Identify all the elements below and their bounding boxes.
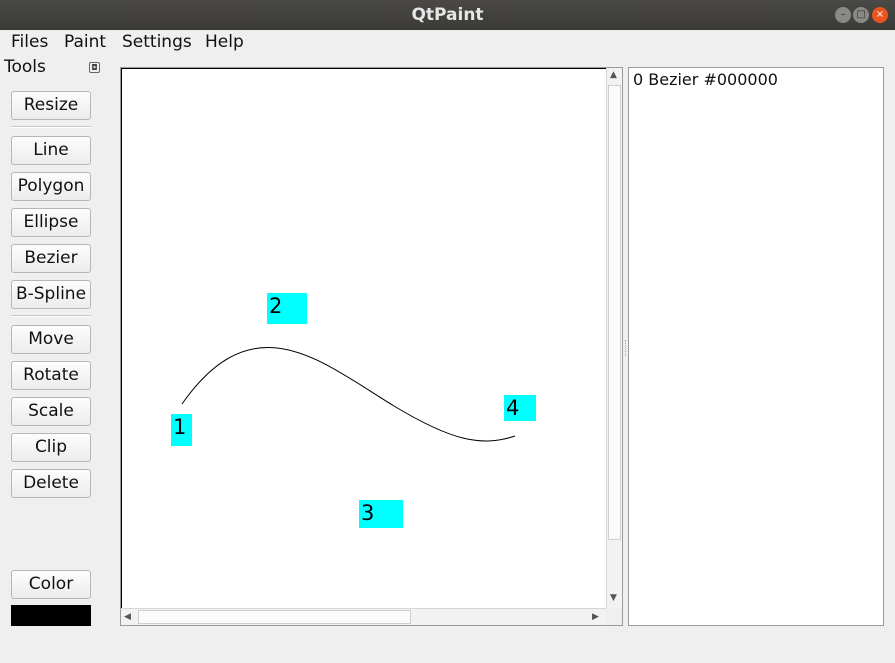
title-bar[interactable]: QtPaint – □ ×	[0, 0, 895, 30]
control-point-1[interactable]: 1	[171, 414, 192, 446]
resize-button[interactable]: Resize	[11, 91, 91, 120]
polygon-button[interactable]: Polygon	[11, 172, 91, 201]
scroll-left-arrow-icon[interactable]: ◀	[124, 612, 131, 622]
tools-separator	[11, 315, 91, 317]
canvas-scroll-area: 1 2 3 4 ▲ ▼ ◀ ▶	[120, 67, 623, 626]
vertical-scroll-thumb[interactable]	[608, 85, 621, 540]
bezier-button[interactable]: Bezier	[11, 244, 91, 273]
menu-bar: Files Paint Settings Help	[0, 30, 895, 55]
delete-button[interactable]: Delete	[11, 469, 91, 498]
drawing-canvas[interactable]: 1 2 3 4	[121, 68, 606, 608]
tools-dock-title: Tools	[4, 57, 46, 77]
scroll-right-arrow-icon[interactable]: ▶	[592, 612, 599, 622]
control-point-4[interactable]: 4	[504, 395, 536, 421]
float-window-icon[interactable]: ◘	[89, 62, 100, 73]
bezier-curve	[181, 347, 516, 442]
menu-help[interactable]: Help	[205, 32, 244, 52]
minimize-button[interactable]: –	[835, 7, 851, 23]
menu-files[interactable]: Files	[11, 32, 48, 52]
maximize-button[interactable]: □	[853, 7, 869, 23]
menu-paint[interactable]: Paint	[64, 32, 106, 52]
scale-button[interactable]: Scale	[11, 397, 91, 426]
shapes-list[interactable]: 0 Bezier #000000	[628, 67, 884, 626]
clip-button[interactable]: Clip	[11, 433, 91, 462]
list-item[interactable]: 0 Bezier #000000	[633, 70, 778, 89]
tools-separator	[11, 126, 91, 128]
line-button[interactable]: Line	[11, 136, 91, 165]
rotate-button[interactable]: Rotate	[11, 361, 91, 390]
control-point-2[interactable]: 2	[267, 293, 307, 324]
control-point-3[interactable]: 3	[359, 500, 403, 528]
horizontal-scroll-thumb[interactable]	[138, 610, 411, 624]
horizontal-scrollbar[interactable]: ◀ ▶	[121, 608, 606, 625]
scroll-down-arrow-icon[interactable]: ▼	[610, 593, 617, 603]
scroll-up-arrow-icon[interactable]: ▲	[610, 70, 617, 80]
close-button[interactable]: ×	[872, 7, 888, 23]
color-button[interactable]: Color	[11, 570, 91, 599]
scroll-corner	[606, 608, 622, 625]
window-title: QtPaint	[411, 5, 484, 25]
move-button[interactable]: Move	[11, 325, 91, 354]
vertical-scrollbar[interactable]: ▲ ▼	[606, 68, 622, 608]
current-color-swatch	[11, 605, 91, 626]
ellipse-button[interactable]: Ellipse	[11, 208, 91, 237]
bspline-button[interactable]: B-Spline	[11, 280, 91, 309]
menu-settings[interactable]: Settings	[122, 32, 192, 52]
